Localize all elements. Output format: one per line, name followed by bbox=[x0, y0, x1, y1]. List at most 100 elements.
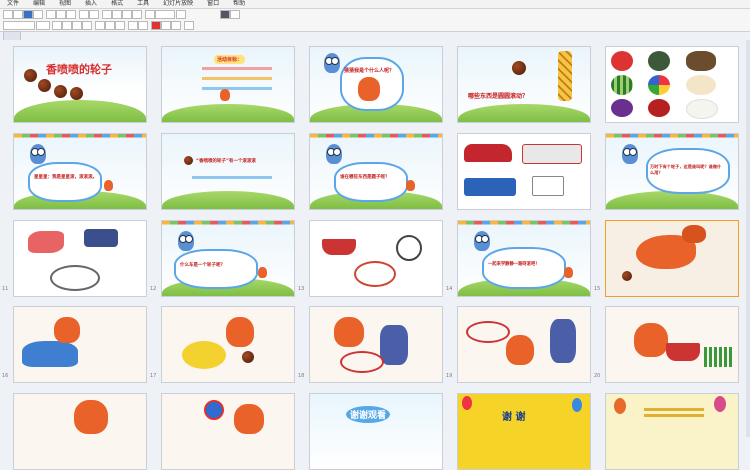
open-icon[interactable] bbox=[13, 10, 23, 19]
paste-icon[interactable] bbox=[66, 10, 76, 19]
font-dropdown[interactable] bbox=[3, 21, 35, 30]
owl-icon bbox=[474, 231, 490, 251]
slide-thumb-14[interactable]: 一起来学静静一路呀滚吧！ bbox=[457, 220, 591, 297]
slide-number: 17 bbox=[150, 373, 157, 379]
redo-icon[interactable] bbox=[89, 10, 99, 19]
align-center-icon[interactable] bbox=[105, 21, 115, 30]
align-right-icon[interactable] bbox=[115, 21, 125, 30]
car-drawing bbox=[22, 341, 78, 367]
menu-tools[interactable]: 工具 bbox=[130, 0, 156, 8]
bike-icon bbox=[354, 261, 396, 287]
image-icon[interactable] bbox=[132, 10, 142, 19]
italic-icon[interactable] bbox=[62, 21, 72, 30]
vertical-scrollbar[interactable] bbox=[746, 40, 750, 437]
slide-number: 12 bbox=[150, 286, 157, 292]
slide-thumb-8[interactable]: 谁在哪些东西是圆子呢？ bbox=[309, 133, 443, 210]
slide-thumb-21[interactable] bbox=[13, 393, 147, 470]
shadow-icon[interactable] bbox=[82, 21, 92, 30]
slide-thumb-25[interactable] bbox=[605, 393, 739, 470]
bike-drawing bbox=[466, 321, 510, 343]
menu-edit[interactable]: 编辑 bbox=[26, 0, 52, 8]
slide-thumb-12[interactable]: 什么车是一个轮子呢？ bbox=[161, 220, 295, 297]
bold-icon[interactable] bbox=[52, 21, 62, 30]
new-slide-icon[interactable] bbox=[230, 10, 240, 19]
font-size-dropdown[interactable] bbox=[36, 21, 50, 30]
chestnut-icon bbox=[184, 156, 193, 165]
giraffe-icon bbox=[558, 51, 572, 101]
slide-sorter: 香喷喷的轮子 活动目标： 猜猜我是个什么人呢？ 哪些东西是圆圆滚动？ 星星星：我… bbox=[0, 40, 750, 470]
menu-window[interactable]: 窗口 bbox=[200, 0, 226, 8]
slide-title: 活动目标： bbox=[214, 55, 246, 64]
balloon-icon bbox=[572, 398, 582, 412]
menu-slideshow[interactable]: 幻灯片放映 bbox=[156, 0, 200, 8]
slide-thumb-1[interactable]: 香喷喷的轮子 bbox=[13, 46, 147, 123]
slide-number: 15 bbox=[594, 286, 601, 292]
new-icon[interactable] bbox=[3, 10, 13, 19]
text-line bbox=[644, 414, 704, 417]
chart-icon[interactable] bbox=[112, 10, 122, 19]
balloon-icon bbox=[614, 398, 626, 414]
squirrel-icon bbox=[564, 267, 573, 278]
slide-thumb-11[interactable] bbox=[13, 220, 147, 297]
help-icon[interactable] bbox=[176, 10, 186, 19]
slide-title: 谢 谢 bbox=[502, 412, 526, 423]
lychee-icon bbox=[648, 99, 670, 117]
slide-thumb-23[interactable]: 谢谢观看 bbox=[309, 393, 443, 470]
align-left-icon[interactable] bbox=[95, 21, 105, 30]
bunting-graphic bbox=[310, 134, 442, 138]
slide-thumb-15[interactable] bbox=[605, 220, 739, 297]
zoom-dropdown[interactable] bbox=[155, 10, 175, 19]
copy-icon[interactable] bbox=[56, 10, 66, 19]
bullets-icon[interactable] bbox=[128, 21, 138, 30]
slide-thumb-5[interactable] bbox=[605, 46, 739, 123]
undo-icon[interactable] bbox=[79, 10, 89, 19]
decrease-font-icon[interactable] bbox=[171, 21, 181, 30]
menu-help[interactable]: 帮助 bbox=[226, 0, 252, 8]
owl-icon bbox=[326, 144, 342, 164]
squirrel-drawing bbox=[74, 400, 108, 434]
chestnut-icon bbox=[512, 61, 526, 75]
slide-thumb-2[interactable]: 活动目标： bbox=[161, 46, 295, 123]
slide-thumb-9[interactable] bbox=[457, 133, 591, 210]
hill-graphic bbox=[162, 191, 294, 209]
slide-thumb-3[interactable]: 猜猜我是个什么人呢？ bbox=[309, 46, 443, 123]
slide-thumb-18[interactable] bbox=[309, 306, 443, 383]
squirrel-icon bbox=[358, 77, 380, 101]
slide-thumb-19[interactable] bbox=[457, 306, 591, 383]
slide-design-icon[interactable] bbox=[220, 10, 230, 19]
slide-thumb-24[interactable]: 谢 谢 bbox=[457, 393, 591, 470]
cut-icon[interactable] bbox=[46, 10, 56, 19]
zoom-icon[interactable] bbox=[145, 10, 155, 19]
chestnut-icon bbox=[70, 87, 83, 100]
slide-thumb-4[interactable]: 哪些东西是圆圆滚动？ bbox=[457, 46, 591, 123]
menu-view[interactable]: 视图 bbox=[52, 0, 78, 8]
menu-format[interactable]: 格式 bbox=[104, 0, 130, 8]
slide-thumb-22[interactable] bbox=[161, 393, 295, 470]
balloon-icon bbox=[714, 396, 726, 412]
wheelbarrow-icon bbox=[84, 229, 118, 247]
design-icon[interactable] bbox=[184, 21, 194, 30]
increase-font-icon[interactable] bbox=[161, 21, 171, 30]
eye-icon bbox=[686, 51, 716, 71]
slide-thumb-13[interactable] bbox=[309, 220, 443, 297]
wheelbarrow-icon bbox=[322, 239, 356, 255]
slide-thumb-16[interactable] bbox=[13, 306, 147, 383]
underline-icon[interactable] bbox=[72, 21, 82, 30]
font-color-icon[interactable] bbox=[151, 21, 161, 30]
table-icon[interactable] bbox=[102, 10, 112, 19]
chestnut-icon bbox=[24, 69, 37, 82]
chestnut-icon bbox=[38, 79, 51, 92]
slide-thumb-17[interactable] bbox=[161, 306, 295, 383]
slide-thumb-20[interactable] bbox=[605, 306, 739, 383]
save-icon[interactable] bbox=[23, 10, 33, 19]
menu-insert[interactable]: 插入 bbox=[78, 0, 104, 8]
print-icon[interactable] bbox=[33, 10, 43, 19]
slide-thumb-7[interactable]: “香喷喷的轮子”有一个滚滚滚 bbox=[161, 133, 295, 210]
bike-drawing bbox=[340, 351, 384, 373]
textbox-icon[interactable] bbox=[122, 10, 132, 19]
slide-thumb-6[interactable]: 星星星：我是星星滚，滚滚滚。 bbox=[13, 133, 147, 210]
numbering-icon[interactable] bbox=[138, 21, 148, 30]
slide-thumb-10[interactable]: 万时下有个轮子，这是谁叫呢？谁做什么用？ bbox=[605, 133, 739, 210]
menu-file[interactable]: 文件 bbox=[0, 0, 26, 8]
watermelon-icon bbox=[611, 75, 633, 95]
